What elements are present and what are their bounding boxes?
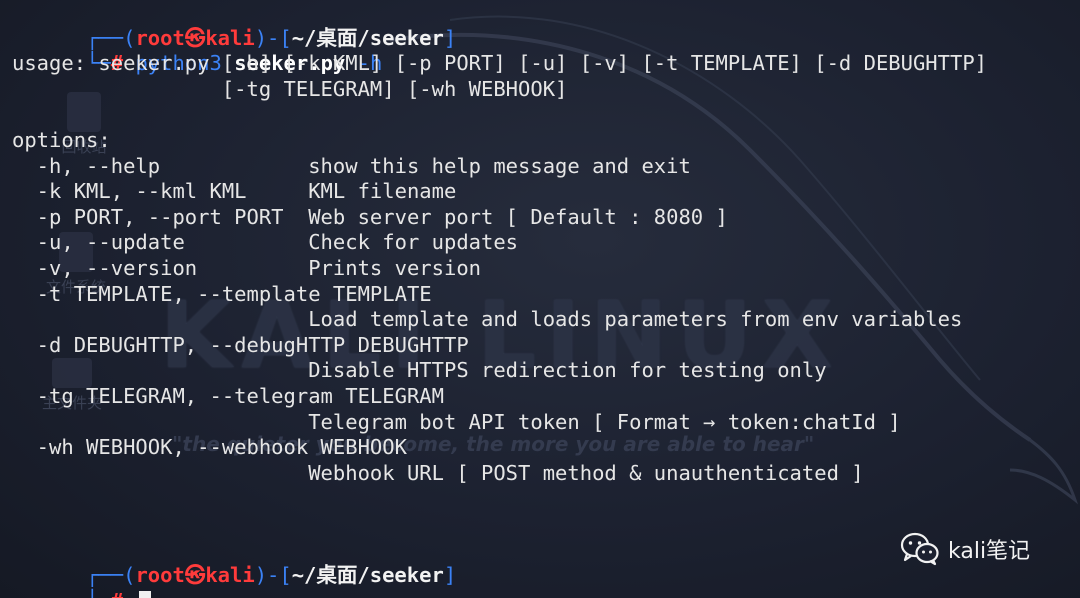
skull-icon: ㉿ (184, 563, 206, 588)
prompt-frame: ] (443, 25, 457, 50)
skull-icon: ㉿ (184, 25, 206, 50)
output-line: -t TEMPLATE, --template TEMPLATE (12, 281, 432, 306)
output-line: -p PORT, --port PORT Web server port [ D… (12, 204, 728, 229)
prompt-cwd: ~/桌面/seeker (291, 25, 444, 50)
output-line: Webhook URL [ POST method & unauthentica… (12, 460, 864, 485)
output-line: Telegram bot API token [ Format → token:… (12, 409, 901, 434)
prompt-host: kali (205, 25, 255, 50)
output-line: -v, --version Prints version (12, 255, 481, 280)
terminal-output[interactable]: ┌──(root㉿kali)-[~/桌面/seeker] └─# python3… (12, 0, 1072, 598)
output-line: -d DEBUGHTTP, --debugHTTP DEBUGHTTP (12, 332, 469, 357)
output-line: [-tg TELEGRAM] [-wh WEBHOOK] (12, 76, 568, 101)
prompt-user: root (135, 25, 185, 50)
text-cursor[interactable] (139, 590, 152, 598)
output-line: usage: seeker.py [-h] [-k KML] [-p PORT]… (12, 51, 988, 76)
prompt-cwd: ~/桌面/seeker (291, 563, 444, 588)
output-line: Disable HTTPS redirection for testing on… (12, 358, 827, 383)
output-line: -h, --help show this help message and ex… (12, 153, 691, 178)
output-line: -k KML, --kml KML KML filename (12, 179, 457, 204)
wechat-icon (900, 532, 939, 566)
output-line: -u, --update Check for updates (12, 230, 519, 255)
prompt-header-line: ┌──(root㉿kali)-[~/桌面/seeker] (12, 0, 1072, 50)
wechat-watermark: kali笔记 (900, 532, 1030, 566)
prompt-frame: ┌──( (86, 563, 136, 588)
prompt-frame: ┌──( (86, 25, 136, 50)
prompt-frame: )-[ (254, 563, 292, 588)
watermark-text: kali笔记 (948, 539, 1031, 564)
output-line: Load template and loads parameters from … (12, 307, 963, 332)
prompt-user: root (135, 563, 185, 588)
terminal-screen[interactable]: KALI LINUX "the quieter you become, the … (0, 0, 1080, 598)
output-line: options: (12, 127, 111, 152)
output-line: -wh WEBHOOK, --webhook WEBHOOK (12, 435, 407, 460)
output-line: -tg TELEGRAM, --telegram TELEGRAM (12, 383, 444, 408)
prompt-frame: └─ (86, 589, 111, 598)
prompt-frame: ] (443, 563, 457, 588)
prompt-hash: # (111, 589, 123, 598)
prompt-frame: )-[ (254, 25, 292, 50)
prompt-host: kali (205, 563, 255, 588)
